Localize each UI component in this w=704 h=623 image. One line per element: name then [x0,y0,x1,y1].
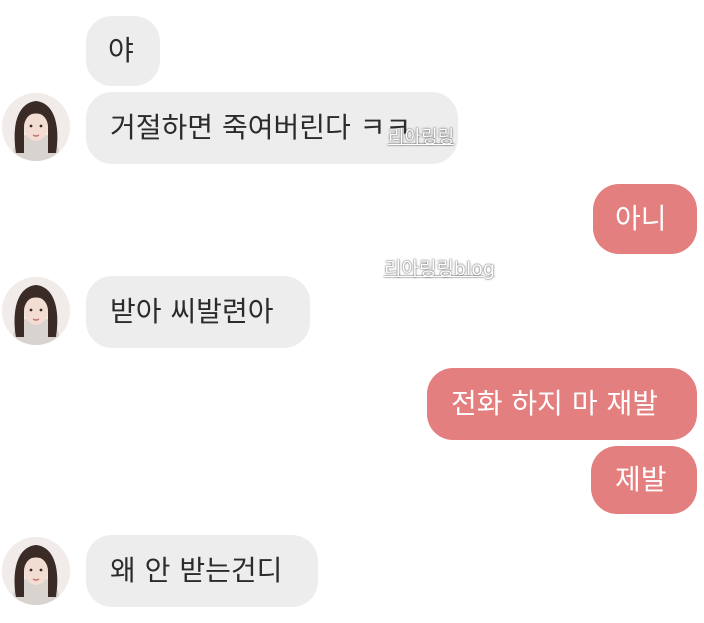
message-text: 거절하면 죽여버린다 ㅋㅋ [110,111,412,144]
chat-thread: 야 거절하면 죽여버린다 ㅋㅋ 아니 받아 씨발련아 전화 하지 마 재발 제발… [0,0,704,623]
watermark-text: 리아링링 [388,127,455,148]
contact-avatar[interactable] [2,93,70,161]
contact-avatar[interactable] [2,537,70,605]
profile-photo-icon [2,277,70,345]
message-text: 야 [108,34,134,67]
outgoing-message: 아니 [593,184,697,254]
message-text: 왜 안 받는건디 [110,554,283,587]
outgoing-message: 전화 하지 마 재발 [427,368,697,440]
message-text: 전화 하지 마 재발 [451,387,659,420]
incoming-message: 왜 안 받는건디 [86,535,318,607]
contact-avatar[interactable] [2,277,70,345]
message-text: 제발 [615,463,667,496]
profile-photo-icon [2,537,70,605]
watermark-text: 리아링링blog [384,258,495,280]
message-text: 받아 씨발련아 [110,295,274,328]
message-text: 아니 [615,202,667,235]
outgoing-message: 제발 [591,446,697,514]
incoming-message: 받아 씨발련아 [86,276,310,348]
profile-photo-icon [2,93,70,161]
incoming-message: 야 [86,16,160,86]
